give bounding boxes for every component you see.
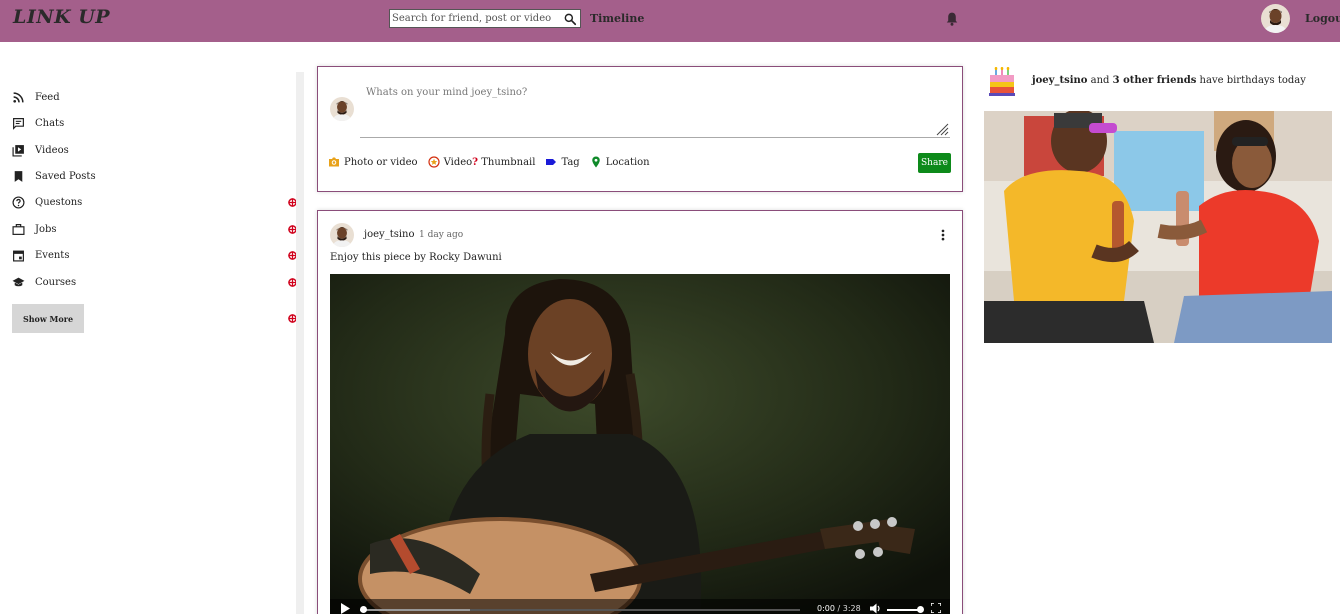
logout-link[interactable]: Logout [1305, 12, 1340, 25]
status-textarea[interactable] [360, 81, 950, 138]
sidebar-item-questions[interactable]: Questons [12, 192, 82, 212]
video-time-separator: / [834, 604, 843, 613]
briefcase-icon [12, 223, 25, 235]
option-label: Video [443, 156, 473, 168]
tag-icon [546, 159, 557, 165]
volume-slider[interactable] [887, 609, 921, 611]
sidebar-item-events[interactable]: Events [12, 245, 69, 265]
photo-icon [329, 157, 339, 167]
sidebar-item-label: Feed [35, 91, 60, 103]
sidebar-item-courses[interactable]: Courses [12, 272, 76, 292]
share-button[interactable]: Share [918, 153, 951, 173]
search-icon[interactable] [563, 12, 577, 26]
calendar-icon [13, 250, 24, 262]
video-controls: 0:00 / 3:28 [330, 599, 950, 614]
video-progress-bar[interactable] [360, 609, 800, 611]
video-current-time: 0:00 [817, 604, 835, 613]
sidebar-divider [296, 72, 304, 614]
location-pin-icon [591, 156, 600, 168]
sidebar-item-label: Chats [35, 117, 65, 129]
search-input[interactable] [390, 10, 560, 27]
top-nav-bar: LINK UP Timeline Logout [0, 0, 1340, 42]
post-author-name[interactable]: joey_tsino [364, 229, 415, 240]
composer-options: Photo or video Video? Thumbnail Tag Loca… [328, 156, 660, 168]
volume-icon[interactable] [870, 603, 882, 614]
sidebar-item-label: Videos [35, 144, 69, 156]
sidebar-item-saved-posts[interactable]: Saved Posts [12, 166, 96, 186]
video-frame-image [330, 274, 950, 614]
rss-icon [13, 91, 24, 103]
sidebar-item-videos[interactable]: Videos [12, 140, 69, 160]
birthday-notice: joey_tsino and 3 other friends have birt… [1032, 75, 1306, 86]
birthday-friends[interactable]: 3 other friends [1113, 75, 1197, 86]
photo-or-video-option[interactable]: Photo or video [328, 156, 418, 168]
birthday-middle: and [1087, 75, 1113, 86]
app-logo[interactable]: LINK UP [13, 6, 110, 28]
show-more-button[interactable]: Show More [12, 304, 84, 333]
chat-icon [13, 117, 24, 130]
post-caption: Enjoy this piece by Rocky Dawuni [330, 252, 502, 263]
post-composer: Photo or video Video? Thumbnail Tag Loca… [317, 66, 963, 192]
search-box [389, 9, 581, 28]
promo-image [984, 111, 1332, 343]
tag-option[interactable]: Tag [545, 156, 580, 168]
composer-avatar [330, 97, 354, 121]
video-library-icon [12, 144, 24, 157]
birthday-user[interactable]: joey_tsino [1032, 75, 1087, 86]
sidebar-item-label: Jobs [35, 223, 57, 235]
video-duration: 3:28 [842, 604, 861, 613]
bookmark-icon [14, 170, 23, 182]
video-progress-thumb[interactable] [360, 606, 367, 613]
option-label-suffix: Thumbnail [478, 156, 536, 168]
video-time-readout: 0:00 / 3:28 [817, 604, 861, 613]
sidebar-item-label: Events [35, 249, 70, 261]
sidebar-item-chats[interactable]: Chats [12, 113, 64, 133]
buffered-bar [360, 609, 470, 611]
feed-post: joey_tsino 1 day ago Enjoy this piece by… [317, 210, 963, 614]
fullscreen-icon[interactable] [931, 603, 941, 613]
play-icon[interactable] [340, 603, 350, 614]
profile-avatar[interactable] [1261, 4, 1290, 33]
post-video-player[interactable]: 0:00 / 3:28 [330, 274, 950, 614]
post-timestamp: 1 day ago [419, 230, 464, 240]
volume-slider-knob[interactable] [917, 606, 924, 613]
resize-handle-icon[interactable] [936, 123, 949, 136]
more-vert-icon[interactable] [936, 228, 950, 242]
bell-icon[interactable] [945, 10, 959, 28]
birthday-cake-icon [989, 67, 1015, 96]
help-circle-icon [12, 195, 25, 209]
option-label: Location [605, 156, 650, 168]
option-label: Tag [561, 156, 580, 168]
video-thumbnail-option[interactable]: Video? Thumbnail [427, 156, 536, 168]
sidebar-item-jobs[interactable]: Jobs [12, 219, 57, 239]
sidebar-item-feed[interactable]: Feed [12, 87, 60, 107]
option-label: Photo or video [344, 156, 418, 168]
sidebar-item-label: Courses [35, 276, 77, 288]
nav-timeline-link[interactable]: Timeline [590, 12, 644, 25]
birthday-suffix: have birthdays today [1196, 75, 1306, 86]
school-icon [12, 277, 25, 286]
star-badge-icon [427, 156, 440, 168]
sidebar-item-label: Saved Posts [35, 170, 96, 182]
sidebar-item-label: Questons [35, 196, 83, 208]
post-author-avatar[interactable] [330, 223, 354, 247]
location-option[interactable]: Location [590, 156, 650, 168]
